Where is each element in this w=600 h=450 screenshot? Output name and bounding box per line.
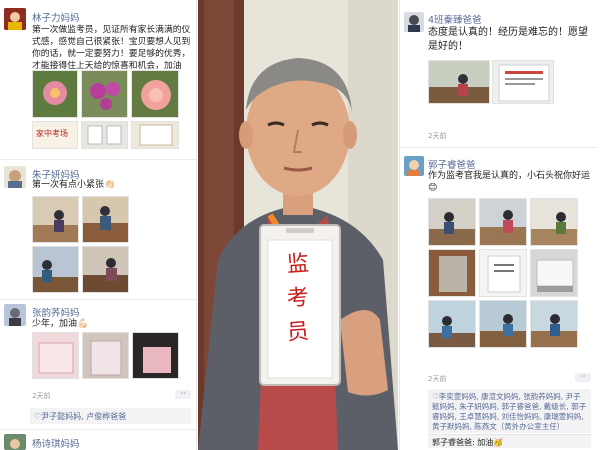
post-image[interactable] bbox=[32, 70, 78, 118]
post-image[interactable] bbox=[479, 198, 527, 246]
selfie-photo[interactable] bbox=[198, 0, 398, 450]
post-image[interactable] bbox=[32, 196, 79, 243]
feed-post: 郭子睿爸爸 作为监考官我是认真的，小石头祝你好运😊 2天前 ·· ♡李奕萱妈妈,… bbox=[400, 148, 597, 450]
post-image[interactable] bbox=[428, 300, 476, 348]
avatar[interactable] bbox=[4, 434, 26, 450]
post-image[interactable] bbox=[428, 249, 476, 297]
post-text: 第一次做监考员，见证所有家长满满的仪式感，感觉自己很紧张！宝贝要想人见到你的话，… bbox=[32, 25, 191, 71]
post-image[interactable] bbox=[530, 300, 578, 348]
post-image[interactable] bbox=[479, 249, 527, 297]
post-image[interactable] bbox=[492, 60, 554, 104]
post-time: 2天前 bbox=[428, 132, 447, 140]
post-author[interactable]: 张韵荞妈妈 bbox=[32, 305, 80, 319]
image-caption: 家中考场 bbox=[36, 129, 68, 138]
feed-post: 林子力妈妈 第一次做监考员，见证所有家长满满的仪式感，感觉自己很紧张！宝贝要想人… bbox=[0, 0, 196, 160]
post-text: 作为监考官我是认真的，小石头祝你好运😊 bbox=[428, 171, 591, 193]
post-image[interactable] bbox=[428, 198, 476, 246]
post-image[interactable] bbox=[131, 121, 179, 149]
post-image[interactable] bbox=[479, 300, 527, 348]
likes-text: ♡李奕萱妈妈, 康渲文妈妈, 张韵荞妈妈, 尹子懿妈妈, 朱子妍妈妈, 郭子睿爸… bbox=[432, 392, 587, 431]
left-moments-feed: 林子力妈妈 第一次做监考员，见证所有家长满满的仪式感，感觉自己很紧张！宝贝要想人… bbox=[0, 0, 197, 450]
post-text: 态度是认真的！经历是难忘的！愿望是好的！ bbox=[428, 27, 588, 52]
post-image[interactable] bbox=[131, 70, 179, 118]
post-image[interactable] bbox=[81, 121, 128, 149]
comment-row[interactable]: 郭子睿爸爸: 加油🥳 bbox=[428, 434, 591, 448]
avatar[interactable] bbox=[4, 8, 26, 30]
post-author[interactable]: 杨诗琪妈妈 bbox=[32, 436, 80, 450]
feed-post: 朱子妍妈妈 第一次有点小紧张👏🏻 bbox=[0, 160, 196, 300]
badge-char: 考 bbox=[286, 285, 310, 312]
post-time: 2天前 bbox=[428, 375, 447, 383]
post-text: 少年，加油💪🏻 bbox=[32, 319, 89, 329]
feed-post: 杨诗琪妈妈 bbox=[0, 430, 196, 450]
more-actions-button[interactable]: ·· bbox=[575, 373, 591, 382]
avatar[interactable] bbox=[404, 12, 424, 32]
post-image[interactable] bbox=[81, 70, 128, 118]
post-image[interactable] bbox=[82, 246, 129, 293]
post-image[interactable] bbox=[32, 332, 79, 379]
post-image[interactable] bbox=[32, 246, 79, 293]
avatar[interactable] bbox=[404, 156, 424, 176]
post-image[interactable] bbox=[428, 60, 490, 104]
post-author[interactable]: 林子力妈妈 bbox=[32, 10, 80, 24]
likes-list: ♡李奕萱妈妈, 康渲文妈妈, 张韵荞妈妈, 尹子懿妈妈, 朱子妍妈妈, 郭子睿爸… bbox=[428, 389, 591, 433]
post-image[interactable] bbox=[132, 332, 179, 379]
badge-char: 监 bbox=[286, 251, 310, 278]
post-image[interactable] bbox=[82, 196, 129, 243]
post-image[interactable] bbox=[530, 198, 578, 246]
likes-text: ♡尹子懿妈妈, 卢俊桦爸爸 bbox=[34, 412, 127, 421]
more-actions-button[interactable]: ·· bbox=[175, 390, 191, 399]
post-author[interactable]: 4班秦臻爸爸 bbox=[428, 12, 482, 26]
feed-post: 4班秦臻爸爸 态度是认真的！经历是难忘的！愿望是好的！ 2天前 bbox=[400, 0, 597, 148]
feed-post: 张韵荞妈妈 少年，加油💪🏻 2天前 ·· ♡尹子懿妈妈, 卢俊桦爸爸 bbox=[0, 300, 196, 430]
post-time: 2天前 bbox=[32, 392, 51, 400]
avatar[interactable] bbox=[4, 304, 26, 326]
post-author[interactable]: 郭子睿爸爸 bbox=[428, 157, 476, 171]
post-image[interactable]: 家中考场 bbox=[32, 121, 78, 149]
avatar[interactable] bbox=[4, 166, 26, 188]
comment-text: 郭子睿爸爸: 加油🥳 bbox=[432, 438, 504, 447]
post-image[interactable] bbox=[530, 249, 578, 297]
post-image[interactable] bbox=[82, 332, 129, 379]
badge-char: 员 bbox=[286, 319, 310, 346]
badge-label: 监 考 员 bbox=[270, 248, 326, 350]
right-moments-feed: 4班秦臻爸爸 态度是认真的！经历是难忘的！愿望是好的！ 2天前 郭子睿爸爸 作为… bbox=[399, 0, 600, 450]
post-text: 第一次有点小紧张👏🏻 bbox=[32, 180, 116, 190]
likes-list: ♡尹子懿妈妈, 卢俊桦爸爸 bbox=[30, 408, 191, 424]
